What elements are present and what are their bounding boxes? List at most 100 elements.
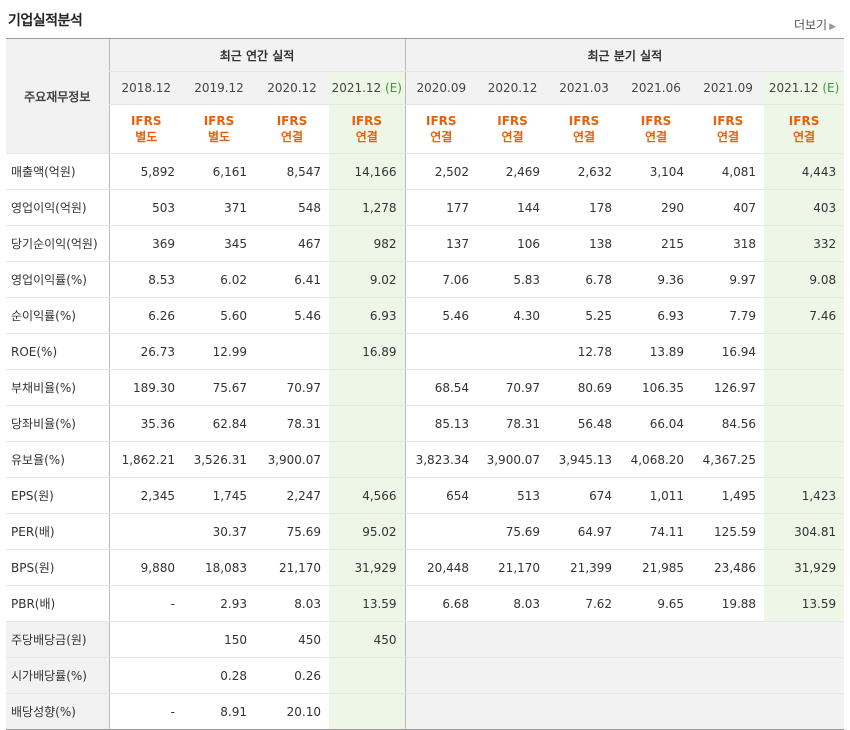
table-cell — [108, 513, 183, 550]
table-cell: 407 — [692, 189, 765, 226]
table-cell: 7.06 — [404, 261, 478, 298]
table-cell: 6.02 — [183, 261, 255, 298]
table-cell: 4,566 — [329, 477, 406, 514]
table-row: 매출액(억원) 5,892 6,161 8,547 14,166 2,502 2,469 2,… — [6, 153, 845, 190]
table-cell: 78.31 — [477, 405, 549, 442]
table-cell: 1,862.21 — [108, 441, 183, 478]
table-cell: 6.26 — [108, 297, 183, 334]
row-label: 당좌비율(%) — [6, 405, 109, 442]
period-header: 2020.09 — [404, 71, 478, 105]
table-cell — [692, 693, 765, 730]
table-cell: 31,929 — [764, 549, 845, 586]
table-cell: 6,161 — [183, 153, 255, 190]
table-row: BPS(원) 9,880 18,083 21,170 31,929 20,448 21,17… — [6, 549, 845, 586]
table-cell: 8.91 — [183, 693, 255, 730]
financial-table: 주요재무정보 최근 연간 실적 최근 분기 실적 2018.12 2019.12 2… — [6, 38, 845, 730]
table-cell: 5.83 — [477, 261, 549, 298]
table-cell: 31,929 — [329, 549, 406, 586]
table-cell: 78.31 — [255, 405, 329, 442]
table-cell: 18,083 — [183, 549, 255, 586]
table-cell — [477, 621, 549, 658]
table-cell — [329, 657, 406, 694]
row-label: 부채비율(%) — [6, 369, 109, 406]
row-label: 영업이익률(%) — [6, 261, 109, 298]
period-label: 2021.12 — [331, 81, 382, 95]
table-cell: 2,632 — [548, 153, 621, 190]
table-cell: 23,486 — [692, 549, 765, 586]
table-cell: 290 — [620, 189, 693, 226]
row-label: PBR(배) — [6, 585, 109, 622]
table-cell: 8.03 — [477, 585, 549, 622]
table-cell: 12.78 — [548, 333, 621, 370]
ifrs-basis: 연결 — [280, 130, 304, 144]
table-cell: 26.73 — [108, 333, 183, 370]
table-cell: 8.53 — [108, 261, 183, 298]
section-title: 기업실적분석 — [8, 13, 83, 29]
table-cell: 318 — [692, 225, 765, 262]
ifrs-basis: 연결 — [717, 130, 740, 144]
table-cell — [620, 657, 693, 694]
table-cell: 84.56 — [692, 405, 765, 442]
ifrs-basis: 별도 — [135, 130, 158, 144]
table-cell: 369 — [108, 225, 183, 262]
table-cell: 450 — [329, 621, 406, 658]
table-cell: 30.37 — [183, 513, 255, 550]
table-cell: 150 — [183, 621, 255, 658]
table-cell: 16.89 — [329, 333, 406, 370]
ifrs-label: IFRS — [130, 114, 162, 128]
table-cell: - — [108, 693, 183, 730]
table-row: PBR(배) -2.93 8.03 13.59 6.68 8.03 7.62 9.65 19.8… — [6, 585, 845, 622]
table-cell: 56.48 — [548, 405, 621, 442]
table-cell: 21,399 — [548, 549, 621, 586]
table-cell: 4.30 — [477, 297, 549, 334]
table-cell: 345 — [183, 225, 255, 262]
table-cell: 8.03 — [255, 585, 329, 622]
period-label: 2019.12 — [194, 81, 244, 95]
table-cell: 332 — [764, 225, 845, 262]
table-cell — [404, 333, 478, 370]
ifrs-basis: 연결 — [573, 130, 596, 144]
table-cell — [548, 657, 621, 694]
ifrs-header: IFRS 연결 — [692, 104, 765, 154]
row-header: 주요재무정보 — [6, 38, 109, 154]
period-header: 2020.12 — [477, 71, 549, 105]
row-label: 매출액(억원) — [6, 153, 109, 190]
table-cell: 548 — [255, 189, 329, 226]
table-cell: 2,502 — [404, 153, 478, 190]
more-link[interactable]: 더보기 ▶ — [794, 16, 836, 33]
table-cell: 1,745 — [183, 477, 255, 514]
table-cell: 9.08 — [764, 261, 845, 298]
table-cell: 2,345 — [108, 477, 183, 514]
table-cell: 75.69 — [477, 513, 549, 550]
table-cell: 513 — [477, 477, 549, 514]
table-cell: 177 — [404, 189, 478, 226]
table-cell: 403 — [764, 189, 845, 226]
ifrs-label: IFRS — [497, 114, 528, 128]
row-label: 시가배당률(%) — [6, 657, 109, 694]
table-cell: 19.88 — [692, 585, 765, 622]
table-cell: 6.93 — [620, 297, 693, 334]
ifrs-basis: 연결 — [793, 130, 816, 144]
table-cell: 304.81 — [764, 513, 845, 550]
ifrs-header: IFRS 연결 — [255, 104, 329, 154]
table-cell — [404, 657, 478, 694]
table-cell: 138 — [548, 225, 621, 262]
table-cell: 6.78 — [548, 261, 621, 298]
table-cell — [764, 693, 845, 730]
table-cell — [404, 621, 478, 658]
table-cell: 4,367.25 — [692, 441, 765, 478]
ifrs-label: IFRS — [568, 114, 600, 128]
period-header: 2021.12 (E) — [764, 71, 845, 105]
table-cell: 178 — [548, 189, 621, 226]
table-cell: 5.46 — [255, 297, 329, 334]
table-cell — [329, 369, 406, 406]
period-header: 2021.12 (E) — [329, 71, 406, 105]
table-cell — [548, 621, 621, 658]
table-cell: 6.93 — [329, 297, 406, 334]
table-row: 영업이익(억원) 503 371 548 1,278 177 144 178 290 407 403 — [6, 189, 845, 226]
period-header: 2019.12 — [183, 71, 255, 105]
row-label: 배당성향(%) — [6, 693, 109, 730]
table-row: 부채비율(%) 189.30 75.67 70.97 68.54 70.97 80.69 10… — [6, 369, 845, 406]
group-quarter: 최근 분기 실적 — [404, 38, 845, 72]
table-cell: - — [108, 585, 183, 622]
